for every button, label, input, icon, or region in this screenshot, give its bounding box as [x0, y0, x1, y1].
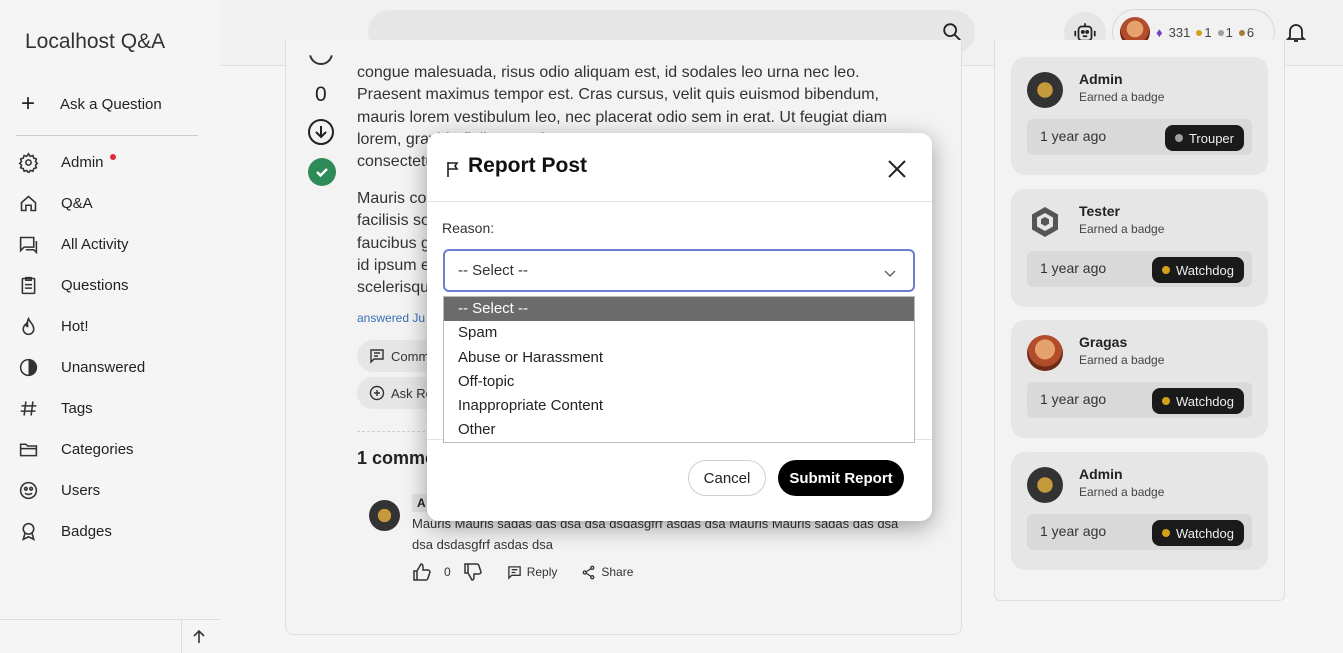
- option-inappropriate[interactable]: Inappropriate Content: [444, 394, 914, 418]
- option-other[interactable]: Other: [444, 418, 914, 442]
- option-select[interactable]: -- Select --: [444, 297, 914, 322]
- option-off-topic[interactable]: Off-topic: [444, 370, 914, 394]
- reason-select-value: -- Select --: [458, 262, 529, 279]
- cancel-button[interactable]: Cancel: [688, 460, 766, 496]
- submit-report-button[interactable]: Submit Report: [778, 460, 904, 496]
- modal-header: Report Post: [427, 133, 932, 202]
- option-spam[interactable]: Spam: [444, 321, 914, 345]
- reason-select[interactable]: -- Select --: [443, 249, 915, 292]
- flag-icon: [445, 160, 461, 183]
- report-post-modal: Report Post Reason: -- Select -- -- Sele…: [427, 133, 932, 521]
- option-abuse[interactable]: Abuse or Harassment: [444, 346, 914, 370]
- close-icon[interactable]: [885, 157, 909, 181]
- chevron-down-icon: [883, 265, 897, 282]
- reason-dropdown-list: -- Select -- Spam Abuse or Harassment Of…: [443, 296, 915, 443]
- reason-label: Reason:: [442, 220, 495, 236]
- modal-title: Report Post: [468, 154, 588, 177]
